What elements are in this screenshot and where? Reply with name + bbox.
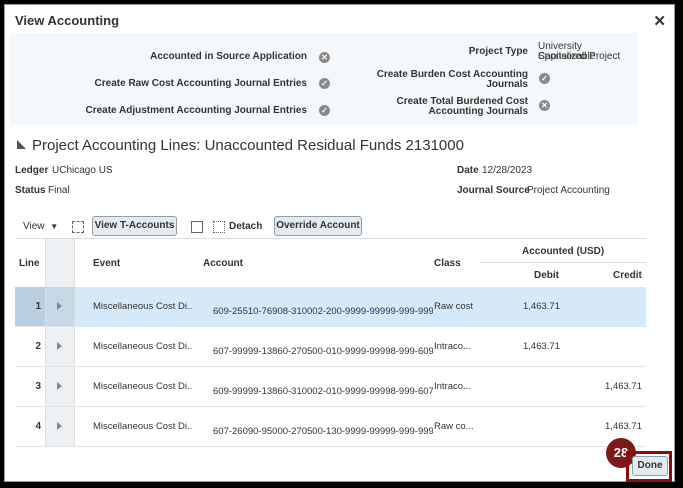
event-cell: Miscellaneous Cost Di... [93, 341, 193, 352]
class-cell: Raw cost [434, 301, 474, 312]
project-type-label: Project Type [468, 46, 528, 57]
accounting-lines-table: Line Event Account Class Accounted (USD)… [15, 238, 646, 447]
debit-cell: 1,463.71 [523, 341, 560, 352]
view-accounting-dialog: View Accounting ✕ Accounted in Source Ap… [4, 4, 675, 482]
account-cell: 609-99999-13860-310002-010-9999-99998-99… [213, 386, 433, 397]
event-cell: Miscellaneous Cost Di... [93, 421, 193, 432]
date-label: Date [457, 165, 479, 176]
journal-source-value: Project Accounting [527, 185, 610, 196]
ledger-value: UChicago US [52, 165, 113, 176]
check-circle-icon: ✓ [539, 73, 550, 84]
view-menu-label: View [23, 221, 45, 232]
section-title[interactable]: Project Accounting Lines: Unaccounted Re… [17, 137, 464, 154]
col-header-debit: Debit [534, 270, 559, 281]
x-circle-icon: ✕ [539, 100, 550, 111]
account-cell: 607-26090-95000-270500-130-9999-99999-99… [213, 426, 433, 437]
x-circle-icon: ✕ [319, 52, 330, 63]
event-cell: Miscellaneous Cost Di... [93, 301, 193, 312]
col-header-event: Event [93, 258, 121, 269]
done-button[interactable]: Done [632, 456, 668, 476]
class-cell: Intraco... [434, 341, 471, 352]
row-selector[interactable] [45, 367, 75, 406]
section-title-text: Project Accounting Lines: Unaccounted Re… [32, 137, 464, 154]
date-value: 12/28/2023 [482, 165, 533, 176]
collapse-triangle-icon[interactable] [17, 139, 26, 149]
col-header-accounted: Accounted (USD) [522, 246, 605, 257]
line-number: 3 [35, 381, 41, 392]
columns-icon[interactable] [72, 221, 84, 233]
expand-arrow-icon[interactable] [57, 302, 62, 310]
expand-arrow-icon[interactable] [57, 422, 62, 430]
project-type-value-line2: Sponsored Project [538, 51, 621, 62]
line-number: 2 [35, 341, 41, 352]
journal-source-label: Journal Source [457, 185, 530, 196]
burden-label-line2: Journals [486, 79, 528, 90]
status-value: Final [48, 185, 70, 196]
view-t-accounts-button[interactable]: View T-Accounts [92, 216, 177, 236]
select-column-header [45, 239, 75, 287]
total-burden-label-line2: Accounting Journals [428, 106, 528, 117]
row-selector[interactable] [45, 287, 75, 326]
table-row[interactable]: 4 Miscellaneous Cost Di... 607-26090-950… [15, 407, 646, 447]
col-header-credit: Credit [613, 270, 642, 281]
credit-cell: 1,463.71 [605, 381, 642, 392]
expand-arrow-icon[interactable] [57, 382, 62, 390]
expand-arrow-icon[interactable] [57, 342, 62, 350]
table-row[interactable]: 1 Miscellaneous Cost Di... 609-25510-769… [15, 287, 646, 327]
debit-cell: 1,463.71 [523, 301, 560, 312]
detach-icon[interactable] [213, 221, 225, 233]
line-number: 4 [35, 421, 41, 432]
view-menu[interactable]: View ▼ [23, 221, 58, 232]
detach-label[interactable]: Detach [229, 221, 262, 232]
header-divider [480, 262, 646, 263]
class-cell: Intraco... [434, 381, 471, 392]
accounted-label: Accounted in Source Application [150, 51, 307, 62]
check-circle-icon: ✓ [319, 105, 330, 116]
override-account-button[interactable]: Override Account [274, 216, 362, 236]
freeze-icon[interactable] [191, 221, 203, 233]
ledger-label: Ledger [15, 165, 49, 176]
check-circle-icon: ✓ [319, 78, 330, 89]
account-cell: 607-99999-13860-270500-010-9999-99998-99… [213, 346, 433, 357]
status-label: Status [15, 185, 46, 196]
dialog-title: View Accounting [15, 13, 120, 28]
chevron-down-icon: ▼ [50, 222, 59, 231]
adjustment-label: Create Adjustment Accounting Journal Ent… [85, 105, 307, 116]
row-selector[interactable] [45, 327, 75, 366]
account-cell: 609-25510-76908-310002-200-9999-99999-99… [213, 306, 433, 317]
credit-cell: 1,463.71 [605, 421, 642, 432]
col-header-line: Line [19, 258, 40, 269]
row-selector[interactable] [45, 407, 75, 446]
line-number: 1 [15, 287, 45, 326]
class-cell: Raw co... [434, 421, 474, 432]
table-row[interactable]: 2 Miscellaneous Cost Di... 607-99999-138… [15, 327, 646, 367]
event-cell: Miscellaneous Cost Di... [93, 381, 193, 392]
col-header-account: Account [203, 258, 243, 269]
close-icon[interactable]: ✕ [653, 12, 666, 30]
header-panel: Accounted in Source Application ✕ Create… [10, 33, 637, 125]
table-row[interactable]: 3 Miscellaneous Cost Di... 609-99999-138… [15, 367, 646, 407]
col-header-class: Class [434, 258, 461, 269]
raw-cost-label: Create Raw Cost Accounting Journal Entri… [94, 78, 307, 89]
